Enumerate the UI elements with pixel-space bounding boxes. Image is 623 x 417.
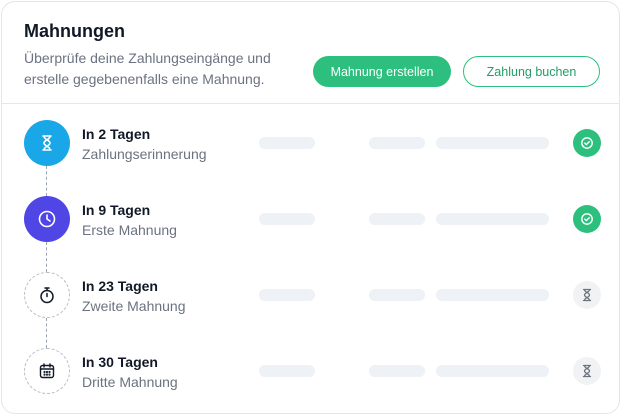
timeline-connector [46,242,47,272]
placeholder-bar [259,137,315,149]
placeholder-bar [369,137,425,149]
hourglass-icon [573,357,601,385]
placeholder-bar [436,137,549,149]
book-payment-button[interactable]: Zahlung buchen [463,56,600,87]
placeholder-bar [436,289,549,301]
placeholder-bar [259,213,315,225]
page-title: Mahnungen [24,21,125,41]
check-icon [573,205,601,233]
placeholder-bar [259,289,315,301]
timeline-connector [46,166,47,196]
step-label: Zahlungserinnerung [82,146,207,162]
placeholder-bar [369,289,425,301]
step-label: Zweite Mahnung [82,298,186,314]
reminders-card: Mahnungen Überprüfe deine Zahlungseingän… [1,1,620,414]
hourglass-icon [24,120,70,166]
calendar-icon [24,348,70,394]
create-reminder-button[interactable]: Mahnung erstellen [313,56,451,87]
placeholder-bar [369,213,425,225]
timeline-connector [46,318,47,348]
step-label: Dritte Mahnung [82,374,178,390]
placeholder-bar [436,365,549,377]
placeholder-bar [369,365,425,377]
step-due-text: In 2 Tagen [82,126,151,142]
header-divider [2,103,619,104]
step-due-text: In 9 Tagen [82,202,151,218]
stopwatch-icon [24,272,70,318]
clock-icon [24,196,70,242]
hourglass-icon [573,281,601,309]
step-label: Erste Mahnung [82,222,177,238]
step-due-text: In 30 Tagen [82,354,158,370]
step-due-text: In 23 Tagen [82,278,158,294]
placeholder-bar [259,365,315,377]
check-icon [573,129,601,157]
placeholder-bar [436,213,549,225]
page-subtitle: Überprüfe deine Zahlungseingänge und ers… [24,50,271,87]
